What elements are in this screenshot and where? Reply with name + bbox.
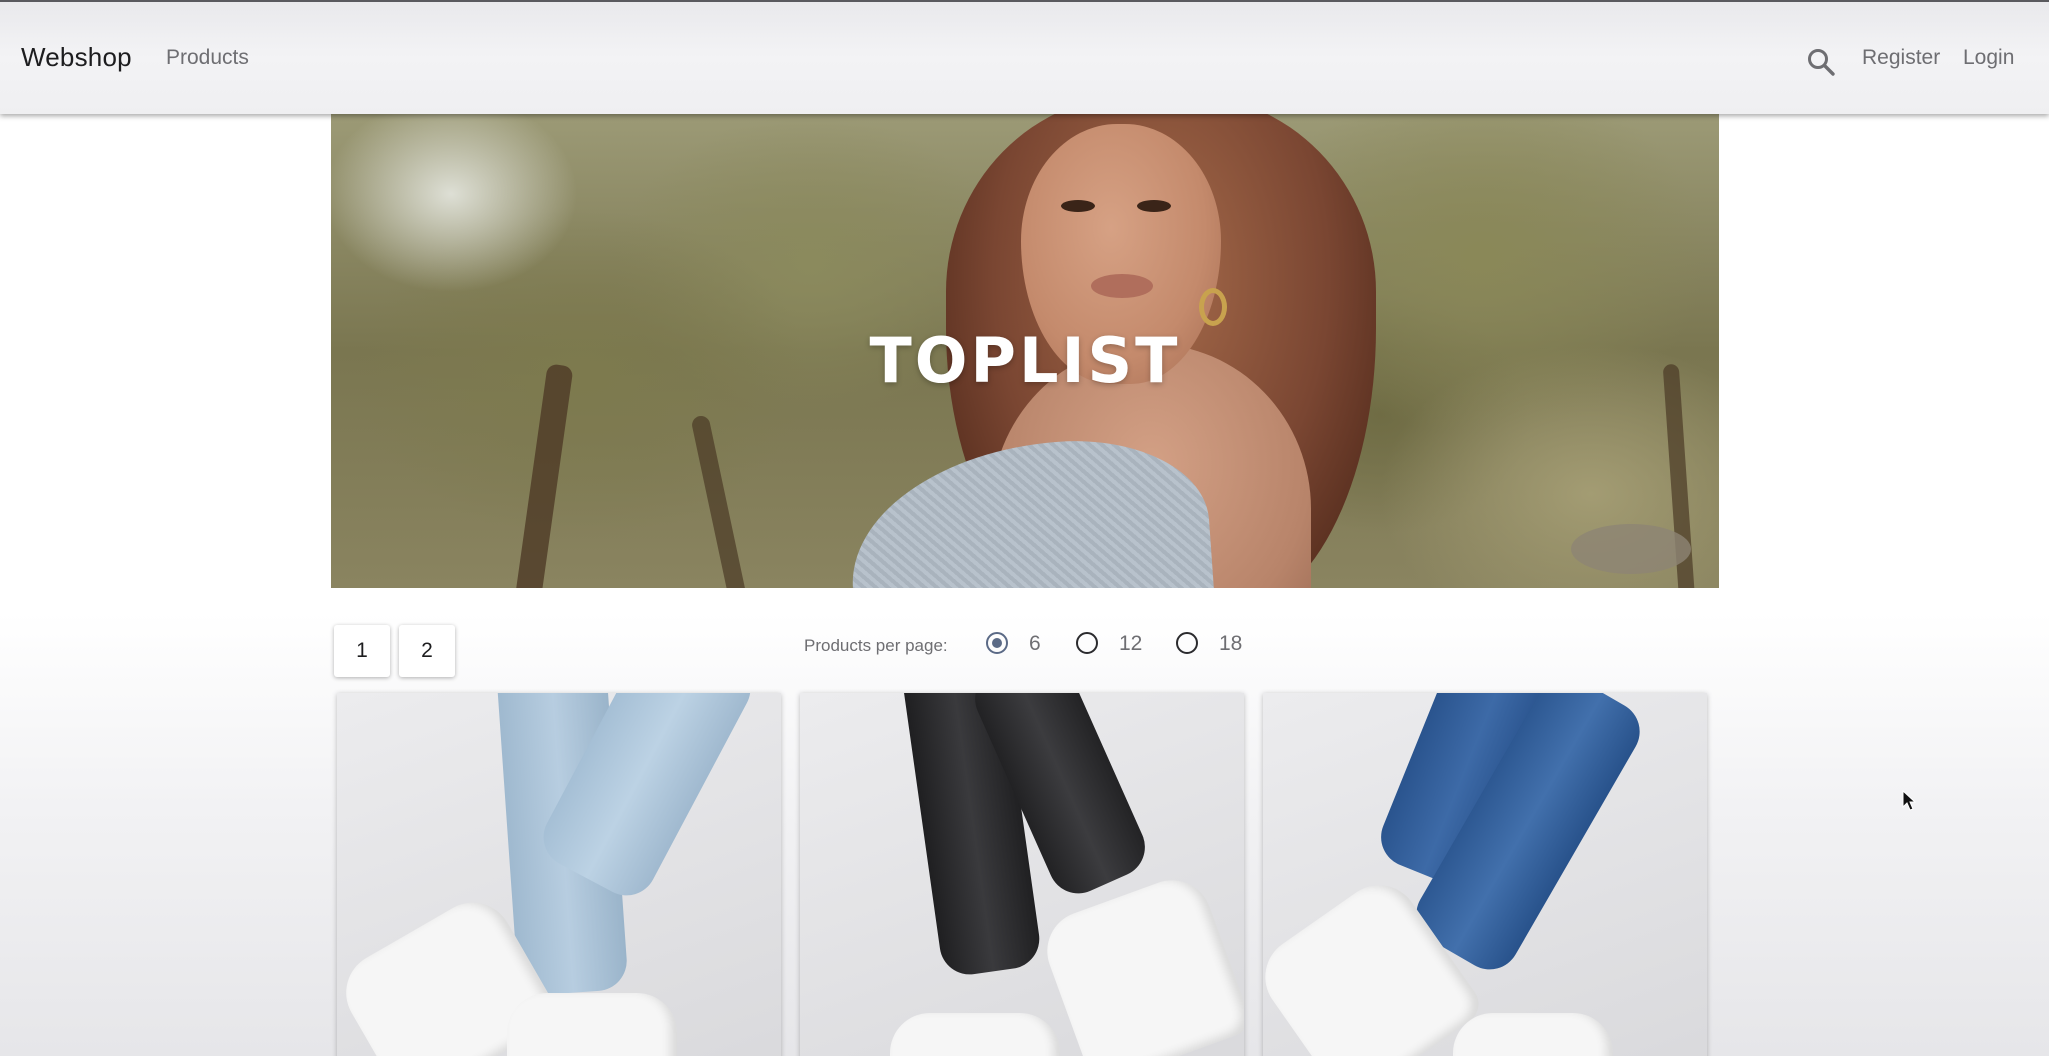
hero-title: TOPLIST	[869, 324, 1181, 397]
nav-login-link[interactable]: Login	[1963, 46, 2014, 70]
hero-model-eye	[1137, 200, 1171, 212]
nav-register-link[interactable]: Register	[1862, 46, 1940, 70]
hero-banner: TOPLIST	[331, 114, 1719, 588]
brand-logo[interactable]: Webshop	[21, 42, 132, 73]
search-icon[interactable]	[1806, 47, 1836, 77]
hero-tree-trunk	[514, 363, 574, 588]
hero-model-earring	[1199, 288, 1227, 326]
per-page-option-label[interactable]: 6	[1029, 632, 1041, 656]
navbar: Webshop Products Register Login	[0, 0, 2049, 114]
per-page-radio-12[interactable]	[1076, 632, 1098, 654]
product-card[interactable]	[337, 693, 781, 1056]
page-button-1[interactable]: 1	[334, 625, 390, 677]
page-button-2[interactable]: 2	[399, 625, 455, 677]
per-page-option-label[interactable]: 18	[1219, 632, 1242, 656]
product-sneaker	[507, 993, 677, 1056]
product-card[interactable]	[800, 693, 1244, 1056]
hero-model-lips	[1091, 274, 1153, 298]
per-page-radio-6[interactable]	[986, 632, 1008, 654]
hero-model-eye	[1061, 200, 1095, 212]
product-sneaker	[1453, 1013, 1613, 1056]
hero-tree-trunk	[690, 414, 750, 588]
product-sneaker	[890, 1013, 1060, 1056]
per-page-option-label[interactable]: 12	[1119, 632, 1142, 656]
mouse-cursor-icon	[1902, 790, 1916, 811]
products-per-page-label: Products per page:	[804, 636, 948, 655]
hero-rock	[1571, 524, 1691, 574]
nav-products-link[interactable]: Products	[166, 46, 249, 70]
product-card[interactable]	[1263, 693, 1707, 1056]
per-page-radio-18[interactable]	[1176, 632, 1198, 654]
